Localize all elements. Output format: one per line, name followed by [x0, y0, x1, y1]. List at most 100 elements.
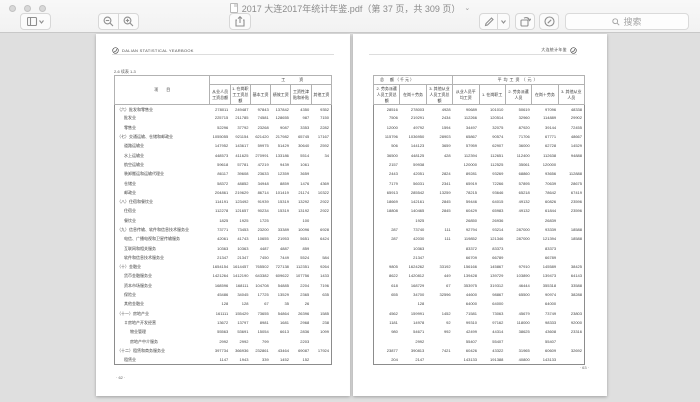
table-cell: 45679 — [505, 309, 531, 318]
yearbook-logo-icon — [570, 47, 577, 54]
table-cell: 28516 — [374, 105, 400, 114]
zoom-out-icon — [103, 16, 114, 27]
table-cell: 285542 — [400, 188, 426, 197]
document-scroll-area[interactable]: DALIAN STATISTICAL YEARBOOK 2-6 续表 1-3 项… — [0, 34, 700, 402]
row-label: 仓储业 — [115, 179, 210, 188]
zoom-in-button[interactable] — [118, 13, 139, 30]
table-cell: 2922 — [311, 197, 331, 206]
row-label: 航空运输业 — [115, 160, 210, 169]
table-cell: 128 — [210, 300, 230, 309]
table-cell: 23316 — [558, 328, 584, 337]
table-cell: 609622 — [271, 272, 291, 281]
table-cell: 33588 — [558, 281, 584, 290]
table-cell: 2203 — [291, 337, 311, 346]
item-column-header: 项 目 — [115, 76, 210, 105]
table-cell: 390813 — [400, 346, 426, 355]
sidebar-view-button[interactable] — [20, 13, 51, 30]
table-cell: 72455 — [558, 123, 584, 132]
table-cell — [311, 356, 331, 365]
table-row: 互联网和相关服务103631036344874887859 — [115, 244, 332, 253]
table-cell: 139428 — [453, 272, 479, 281]
table-cell: 1594 — [426, 123, 452, 132]
window-title: 2017 大连2017年统计年鉴.pdf（第 37 页，共 309 页） — [242, 2, 461, 15]
table-cell: 145867 — [479, 263, 505, 272]
annotate-button[interactable] — [539, 13, 559, 30]
markup-button[interactable] — [479, 13, 498, 30]
table-cell: 2968 — [291, 318, 311, 327]
table-cell — [311, 160, 331, 169]
table-cell: 54864 — [271, 309, 291, 318]
table-cell: 111 — [426, 225, 452, 234]
table-row: 1157961036950289036586790574717066777148… — [374, 132, 585, 141]
table-row: （十二）租赁和商务服务业3977343669362328614346469087… — [115, 346, 332, 355]
table-cell: 217982 — [271, 132, 291, 141]
column-header: 1. 在岗职工 — [479, 85, 505, 105]
table-cell: 48338 — [558, 105, 584, 114]
table-cell: 64000 — [532, 300, 558, 309]
table-cell: 39144 — [532, 123, 558, 132]
table-cell: 270991 — [250, 151, 270, 160]
table-cell: 112266 — [453, 114, 479, 123]
table-cell: 142161 — [400, 197, 426, 206]
table-cell: 14529 — [558, 142, 584, 151]
right-page-header-text: 大连统计年鉴 — [541, 47, 567, 53]
table-cell: 232861 — [250, 346, 270, 355]
row-label: 电信、广播电视和卫星传输服务 — [115, 235, 210, 244]
table-cell: 42061 — [210, 235, 230, 244]
table-cell: 28903 — [426, 132, 452, 141]
table-cell: 104708 — [250, 281, 270, 290]
table-cell: 97096 — [532, 105, 558, 114]
table-cell — [271, 216, 291, 225]
table-cell: 4887 — [271, 244, 291, 253]
table-cell: 168111 — [230, 281, 250, 290]
table-cell: 38288 — [558, 290, 584, 299]
table-row: 餐饮业182519251725100 — [115, 216, 332, 225]
zoom-out-button[interactable] — [98, 13, 119, 30]
table-cell: 60609 — [532, 346, 558, 355]
table-cell: 13292 — [291, 197, 311, 206]
table-cell: 287000 — [505, 235, 531, 244]
table-cell — [311, 300, 331, 309]
table-row: 住宿业1122781216579023415319131922922 — [115, 207, 332, 216]
table-cell: 17725 — [250, 290, 270, 299]
table-cell: 26850 — [453, 216, 479, 225]
table-cell: 67 — [250, 300, 270, 309]
table-cell: 4350 — [291, 105, 311, 114]
table-cell: 225715 — [210, 114, 230, 123]
table-cell: 1099 — [311, 328, 331, 337]
table-cell: 15319 — [271, 197, 291, 206]
zoom-buttons — [98, 13, 139, 30]
table-cell: 31965 — [505, 346, 531, 355]
table-cell: 114889 — [532, 114, 558, 123]
table-cell: 72266 — [479, 179, 505, 188]
row-label: 软件和信息技术服务业 — [115, 253, 210, 262]
table-cell: 83373 — [532, 244, 558, 253]
share-button[interactable] — [229, 13, 251, 30]
table-cell: 168596 — [210, 281, 230, 290]
table-cell: 52296 — [210, 123, 230, 132]
table-cell — [426, 253, 452, 262]
table-cell — [558, 337, 584, 346]
chevron-down-icon — [39, 20, 44, 24]
table-row: 128640006400064000 — [374, 300, 585, 309]
table-cell: 1825 — [210, 216, 230, 225]
table-cell: 34948 — [250, 179, 270, 188]
left-page-header: DALIAN STATISTICAL YEARBOOK — [112, 46, 334, 55]
table-cell: 1421264 — [210, 272, 230, 281]
table-cell — [311, 170, 331, 179]
title-chevron-icon[interactable]: ⌄ — [464, 4, 470, 12]
table-cell: 13797 — [230, 318, 250, 327]
search-input[interactable]: 搜索 — [565, 13, 689, 30]
row-label: ＃房地产开发经营 — [115, 318, 210, 327]
rotate-button[interactable] — [515, 13, 535, 30]
table-row: （七）交通运输、仓储和邮政业10550559211546214202179826… — [115, 132, 332, 141]
table-cell: 4487 — [250, 244, 270, 253]
table-cell: 1147 — [210, 356, 230, 365]
markup-dropdown-button[interactable] — [497, 13, 510, 30]
table-row: 21575993812000011252535061120000 — [374, 160, 585, 169]
table-cell: 21347 — [230, 253, 250, 262]
table-row: 2851627800349289068910101050619970964833… — [374, 105, 585, 114]
table-cell: 727138 — [271, 263, 291, 272]
table-cell: 101010 — [479, 105, 505, 114]
search-placeholder: 搜索 — [623, 15, 641, 28]
